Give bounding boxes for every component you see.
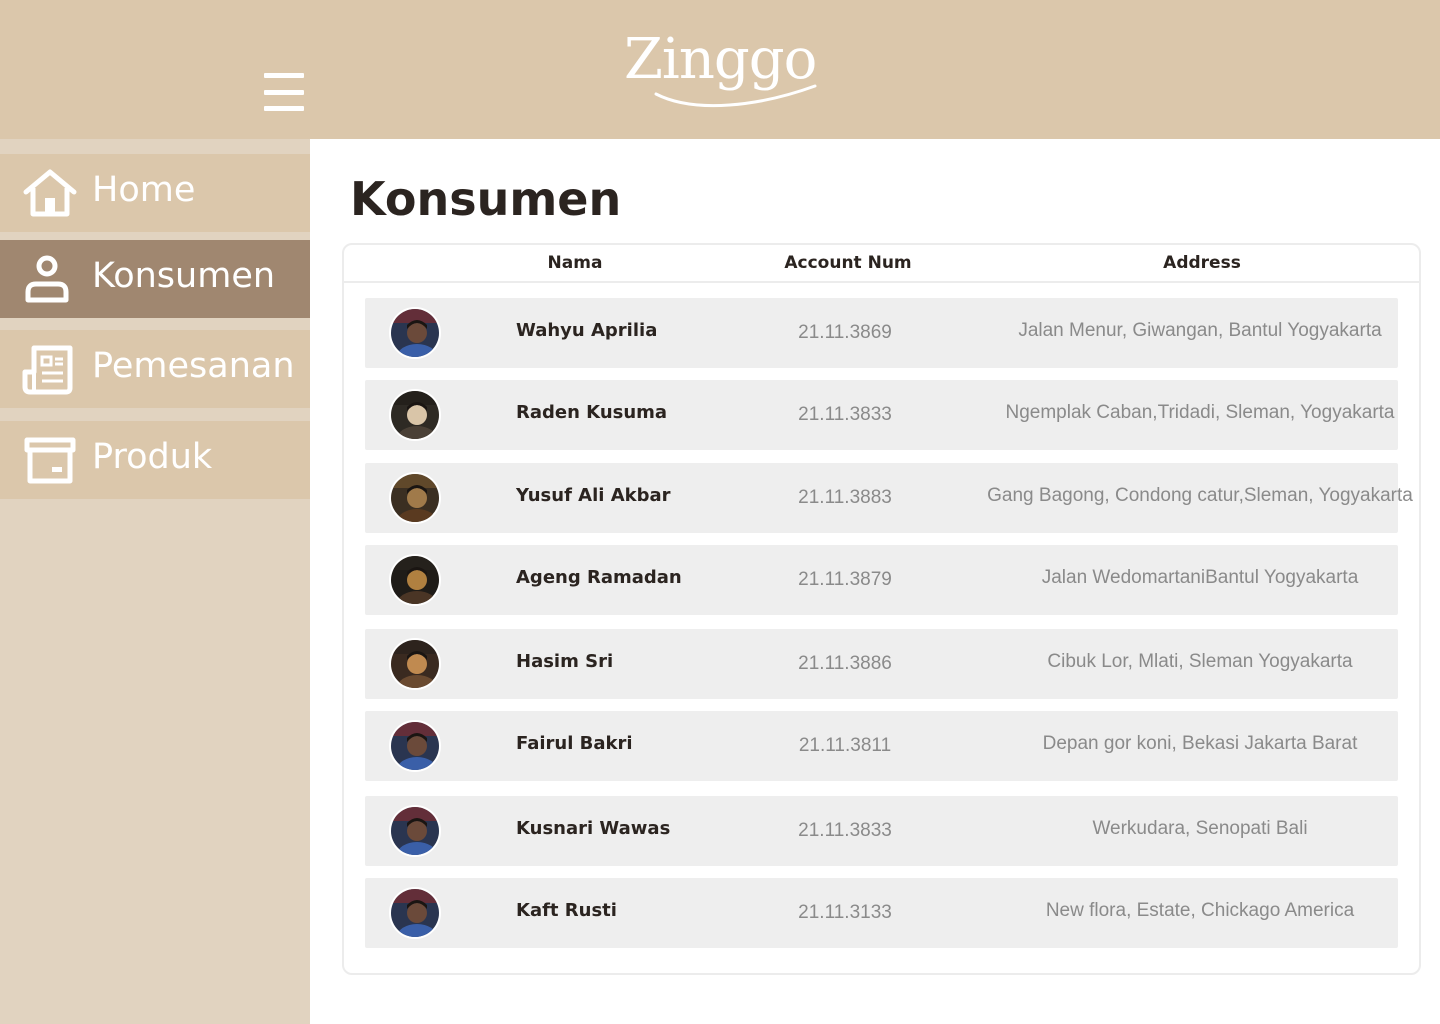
customer-name: Wahyu Aprilia <box>516 320 658 341</box>
avatar <box>389 554 441 606</box>
table-row[interactable]: Kusnari Wawas 21.11.3833 Werkudara, Senopa… <box>365 796 1398 866</box>
logo-swash-icon <box>654 84 817 108</box>
table-row[interactable]: Ageng Ramadan 21.11.3879 Jalan Wedomartani… <box>365 545 1398 615</box>
customer-name: Kaft Rusti <box>516 900 617 921</box>
hamburger-menu-icon[interactable] <box>262 72 306 112</box>
sidebar-item-produk[interactable]: Produk <box>0 421 310 499</box>
customer-table: Nama Account Num Address Wahyu Aprilia 21… <box>342 243 1421 975</box>
avatar <box>389 307 441 359</box>
top-header: Zinggo <box>0 0 1440 139</box>
account-number: 21.11.3833 <box>798 820 892 841</box>
sidebar-item-label: Konsumen <box>92 256 276 296</box>
customer-name: Yusuf Ali Akbar <box>516 485 671 506</box>
zinggo-logo[interactable]: Zinggo <box>600 22 840 112</box>
sidebar: Home Konsumen Pemesanan Produk <box>0 139 310 1024</box>
page-title: Konsumen <box>350 172 622 226</box>
customer-address: Jalan WedomartaniBantul Yogyakarta <box>1041 567 1359 588</box>
customer-name: Hasim Sri <box>516 651 614 672</box>
column-header-name: Nama <box>547 253 603 273</box>
sidebar-item-home[interactable]: Home <box>0 154 310 232</box>
customer-address: New flora, Estate, Chickago America <box>1045 900 1355 921</box>
customer-address: Depan gor koni, Bekasi Jakarta Barat <box>1042 733 1358 754</box>
account-number: 21.11.3869 <box>798 322 892 343</box>
account-number: 21.11.3886 <box>798 653 892 674</box>
avatar <box>389 887 441 939</box>
account-number: 21.11.3879 <box>798 569 892 590</box>
column-header-address: Address <box>1163 253 1241 273</box>
user-icon <box>25 255 69 303</box>
customer-name: Ageng Ramadan <box>516 567 682 588</box>
customer-address: Gang Bagong, Condong catur,Sleman, Yogya… <box>987 485 1413 506</box>
sidebar-item-label: Pemesanan <box>92 346 295 386</box>
avatar <box>389 805 441 857</box>
account-number: 21.11.3811 <box>798 735 892 756</box>
avatar <box>389 638 441 690</box>
customer-name: Raden Kusuma <box>516 402 668 423</box>
customer-address: Cibuk Lor, Mlati, Sleman Yogyakarta <box>1047 651 1353 672</box>
customer-address: Ngemplak Caban,Tridadi, Sleman, Yogyakar… <box>1005 402 1395 423</box>
customer-name: Fairul Bakri <box>516 733 633 754</box>
customer-address: Jalan Menur, Giwangan, Bantul Yogyakarta <box>1018 320 1382 341</box>
avatar <box>389 389 441 441</box>
column-header-account: Account Num <box>784 253 912 273</box>
table-row[interactable]: Wahyu Aprilia 21.11.3869 Jalan Menur, Giwa… <box>365 298 1398 368</box>
table-row[interactable]: Fairul Bakri 21.11.3811 Depan gor koni, Be… <box>365 711 1398 781</box>
sidebar-item-label: Home <box>92 170 196 210</box>
sidebar-item-pemesanan[interactable]: Pemesanan <box>0 330 310 408</box>
avatar <box>389 472 441 524</box>
home-icon <box>23 169 77 217</box>
archive-box-icon <box>24 437 76 484</box>
account-number: 21.11.3133 <box>798 902 892 923</box>
newspaper-icon <box>22 345 73 395</box>
table-row[interactable]: Yusuf Ali Akbar 21.11.3883 Gang Bagong, Co… <box>365 463 1413 533</box>
account-number: 21.11.3883 <box>798 487 892 508</box>
table-row[interactable]: Hasim Sri 21.11.3886 Cibuk Lor, Mlati, Sle… <box>365 629 1398 699</box>
header-divider <box>344 281 1419 283</box>
sidebar-item-label: Produk <box>92 437 213 477</box>
account-number: 21.11.3833 <box>798 404 892 425</box>
sidebar-item-konsumen[interactable]: Konsumen <box>0 240 310 318</box>
table-row[interactable]: Kaft Rusti 21.11.3133 New flora, Estate, C… <box>365 878 1398 948</box>
customer-address: Werkudara, Senopati Bali <box>1092 818 1308 839</box>
table-row[interactable]: Raden Kusuma 21.11.3833 Ngemplak Caban,Tri… <box>365 380 1398 450</box>
avatar <box>389 720 441 772</box>
customer-name: Kusnari Wawas <box>516 818 671 839</box>
